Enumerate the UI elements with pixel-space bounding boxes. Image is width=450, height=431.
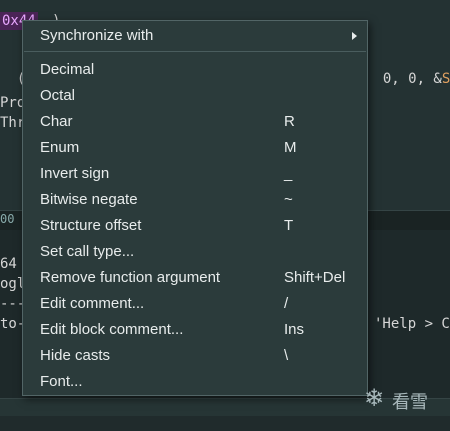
- menu-item-octal[interactable]: Octal: [23, 83, 367, 109]
- menu-item-label: Remove function argument: [40, 269, 221, 286]
- menu-item-shortcut: Shift+Del: [284, 269, 346, 286]
- menu-item-enum[interactable]: Enum M: [23, 135, 367, 161]
- bottom-strip: [0, 416, 450, 431]
- code-line-right: 0, 0, &St: [366, 55, 450, 87]
- separator-text: 00: [0, 212, 15, 226]
- menu-item-shortcut: Ins: [284, 321, 305, 338]
- menu-item-edit-comment[interactable]: Edit comment... /: [23, 291, 367, 317]
- snowflake-icon: ❄: [363, 384, 385, 412]
- menu-item-shortcut: ~: [284, 191, 293, 208]
- code-args: 0, 0, &: [382, 71, 442, 87]
- menu-item-font[interactable]: Font...: [23, 369, 367, 395]
- menu-item-shortcut: T: [284, 217, 294, 234]
- menu-item-invert-sign[interactable]: Invert sign _: [23, 161, 367, 187]
- menu-item-bitwise-negate[interactable]: Bitwise negate ~: [23, 187, 367, 213]
- watermark-text: 看雪: [392, 392, 428, 413]
- menu-item-shortcut: /: [284, 295, 289, 312]
- menu-item-decimal[interactable]: Decimal: [23, 57, 367, 83]
- context-menu: Synchronize with Decimal Octal Char R En…: [22, 20, 368, 396]
- menu-item-synchronize-with[interactable]: Synchronize with: [23, 23, 367, 49]
- menu-item-remove-function-argument[interactable]: Remove function argument Shift+Del: [23, 265, 367, 291]
- menu-item-label: Char: [40, 113, 73, 130]
- menu-item-label: Edit block comment...: [40, 321, 184, 338]
- code-struct: St: [441, 71, 450, 87]
- menu-item-set-call-type[interactable]: Set call type...: [23, 239, 367, 265]
- menu-item-edit-block-comment[interactable]: Edit block comment... Ins: [23, 317, 367, 343]
- menu-item-label: Synchronize with: [40, 27, 154, 44]
- menu-item-label: Edit comment...: [40, 295, 145, 312]
- output-line-1: 64: [0, 256, 17, 272]
- menu-item-label: Set call type...: [40, 243, 135, 260]
- menu-separator: [24, 51, 366, 52]
- menu-item-label: Enum: [40, 139, 80, 156]
- menu-item-label: Invert sign: [40, 165, 110, 182]
- menu-item-label: Font...: [40, 373, 83, 390]
- menu-item-label: Octal: [40, 87, 76, 104]
- menu-item-shortcut: _: [284, 165, 293, 182]
- menu-item-char[interactable]: Char R: [23, 109, 367, 135]
- menu-item-shortcut: R: [284, 113, 295, 130]
- menu-item-label: Bitwise negate: [40, 191, 138, 208]
- menu-item-label: Decimal: [40, 61, 95, 78]
- menu-item-structure-offset[interactable]: Structure offset T: [23, 213, 367, 239]
- menu-item-shortcut: M: [284, 139, 297, 156]
- watermark-logo: ❄ 看雪: [360, 384, 440, 414]
- chevron-right-icon: [352, 32, 357, 40]
- menu-item-hide-casts[interactable]: Hide casts \: [23, 343, 367, 369]
- output-help-fragment: 'Help > C: [374, 316, 450, 332]
- menu-item-label: Hide casts: [40, 347, 111, 364]
- menu-item-shortcut: \: [284, 347, 289, 364]
- menu-item-label: Structure offset: [40, 217, 142, 234]
